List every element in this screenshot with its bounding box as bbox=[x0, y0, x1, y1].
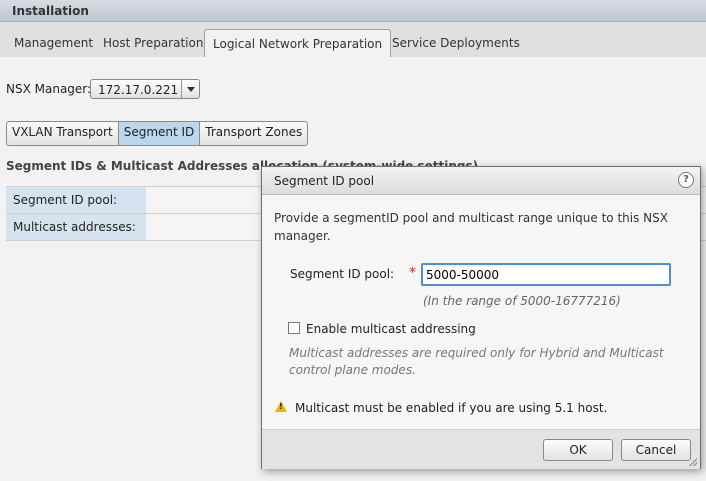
tab-management[interactable]: Management bbox=[6, 32, 101, 56]
cancel-button[interactable]: Cancel bbox=[621, 439, 691, 461]
nsx-manager-select[interactable]: 172.17.0.221 bbox=[90, 79, 200, 99]
segment-id-pool-label: Segment ID pool: bbox=[6, 187, 146, 213]
ok-button[interactable]: OK bbox=[543, 439, 613, 461]
tab-service-deployments[interactable]: Service Deployments bbox=[384, 32, 528, 56]
window-title: Installation bbox=[0, 0, 706, 22]
resize-grip-icon[interactable] bbox=[689, 458, 697, 466]
tab-host-preparation[interactable]: Host Preparation bbox=[95, 32, 211, 56]
nsx-manager-value: 172.17.0.221 bbox=[98, 83, 179, 97]
dialog-header: Segment ID pool ? bbox=[262, 167, 700, 195]
required-asterisk-icon: * bbox=[409, 265, 416, 281]
subtab-vxlan-transport[interactable]: VXLAN Transport bbox=[7, 122, 119, 145]
tab-logical-network-preparation[interactable]: Logical Network Preparation bbox=[204, 29, 392, 57]
segment-id-pool-input[interactable] bbox=[421, 263, 671, 286]
enable-multicast-label[interactable]: Enable multicast addressing bbox=[306, 322, 476, 336]
subtab-bar: VXLAN Transport Segment ID Transport Zon… bbox=[6, 121, 309, 146]
warning-triangle-icon bbox=[275, 401, 287, 412]
segment-id-pool-dialog: Segment ID pool ? Provide a segmentID po… bbox=[261, 166, 701, 469]
dialog-footer: OK Cancel bbox=[262, 429, 700, 469]
enable-multicast-checkbox[interactable] bbox=[288, 322, 300, 334]
subtab-transport-zones[interactable]: Transport Zones bbox=[200, 122, 307, 145]
warning-message: Multicast must be enabled if you are usi… bbox=[295, 401, 608, 415]
subtab-segment-id[interactable]: Segment ID bbox=[118, 122, 201, 145]
multicast-hint: Multicast addresses are required only fo… bbox=[289, 346, 664, 377]
dialog-title: Segment ID pool bbox=[274, 174, 375, 188]
question-icon[interactable]: ? bbox=[678, 172, 694, 188]
pool-field-label: Segment ID pool: bbox=[290, 267, 395, 281]
dialog-description: Provide a segmentID pool and multicast r… bbox=[274, 211, 668, 243]
range-hint: (In the range of 5000-16777216) bbox=[423, 294, 621, 308]
tab-bar: Management Host Preparation Logical Netw… bbox=[0, 22, 706, 58]
multicast-addresses-label: Multicast addresses: bbox=[6, 214, 146, 240]
nsx-manager-label: NSX Manager: bbox=[6, 82, 92, 96]
chevron-down-icon[interactable] bbox=[181, 80, 199, 98]
